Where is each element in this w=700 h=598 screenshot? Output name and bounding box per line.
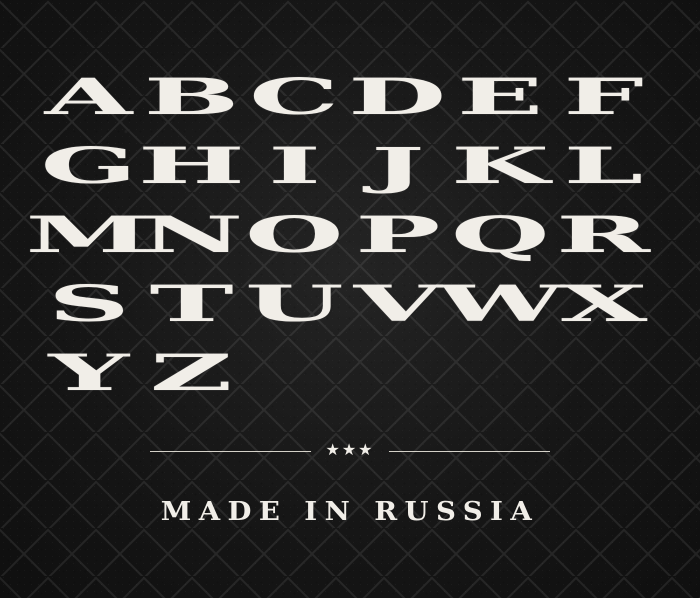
letter-u: U bbox=[245, 274, 344, 333]
right-divider-line bbox=[388, 450, 550, 452]
letter-v: V bbox=[353, 274, 442, 333]
made-in-russia-caption: MADE IN RUSSIA bbox=[160, 497, 540, 527]
letter-f: F bbox=[563, 67, 644, 126]
letter-p: P bbox=[354, 205, 441, 264]
letter-b: B bbox=[143, 67, 240, 126]
letter-k: K bbox=[451, 136, 550, 195]
letter-q: Q bbox=[451, 205, 550, 264]
letter-z: Z bbox=[150, 343, 233, 402]
letter-h: H bbox=[138, 136, 245, 195]
letter-s: S bbox=[47, 274, 130, 333]
letter-g: G bbox=[40, 136, 137, 195]
ornamental-divider: ★★★ bbox=[136, 441, 564, 461]
letter-o: O bbox=[245, 205, 344, 264]
letter-r: R bbox=[556, 205, 651, 264]
letter-e: E bbox=[457, 67, 544, 126]
font-specimen-poster: A B C D E F G H I J K L M N O P Q R S T … bbox=[0, 0, 700, 598]
letter-t: T bbox=[149, 274, 234, 333]
letter-m: M bbox=[25, 205, 152, 264]
left-divider-line bbox=[150, 450, 312, 452]
letter-y: Y bbox=[48, 343, 129, 402]
letter-d: D bbox=[348, 67, 447, 126]
letter-w: W bbox=[436, 274, 565, 333]
letter-l: L bbox=[563, 136, 644, 195]
letter-a: A bbox=[44, 67, 133, 126]
letter-j: J bbox=[370, 136, 425, 195]
alphabet-grid: A B C D E F G H I J K L M N O P Q R S T … bbox=[26, 62, 657, 407]
letter-c: C bbox=[249, 67, 340, 126]
letter-n: N bbox=[139, 205, 244, 264]
letter-i: I bbox=[268, 136, 321, 195]
letter-x: X bbox=[559, 274, 648, 333]
three-stars-icon: ★★★ bbox=[325, 440, 375, 459]
